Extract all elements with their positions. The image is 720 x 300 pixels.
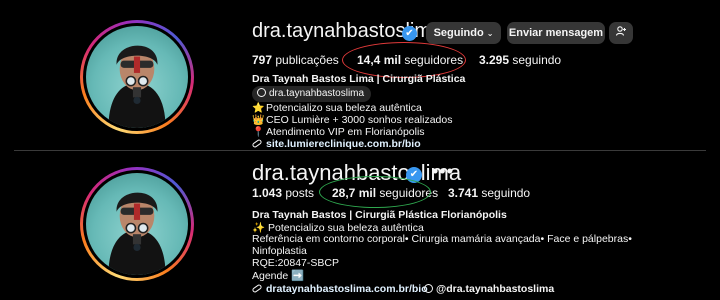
bio-line: RQE:20847-SBCP xyxy=(252,257,339,269)
display-name: Dra Taynah Bastos | Cirurgiã Plástica Fl… xyxy=(252,209,507,221)
verified-badge-icon: ✔ xyxy=(402,26,417,41)
bio-line: Referência em contorno corporal• Cirurgi… xyxy=(252,233,632,245)
link-icon xyxy=(251,283,263,294)
pin-icon: 📍 xyxy=(252,127,265,138)
threads-icon xyxy=(257,88,266,97)
bio-line: Ninfoplastia xyxy=(252,245,307,257)
display-name: Dra Taynah Bastos Lima | Cirurgiã Plásti… xyxy=(252,73,466,85)
bio-line: Agende ➡️ xyxy=(252,270,305,282)
following-button-label: Seguindo xyxy=(433,27,484,39)
bio-line: ⭐ Potencializo sua beleza autêntica xyxy=(252,102,422,114)
profile-card-old: dra.taynahbastoslima ✔ Seguindo ⌄ Enviar … xyxy=(0,0,720,150)
posts-count: 1.043 posts xyxy=(252,186,315,200)
profile-avatar[interactable] xyxy=(80,20,194,134)
star-icon: ⭐ xyxy=(252,103,265,114)
threads-icon xyxy=(424,284,433,293)
crown-icon: 👑 xyxy=(252,115,265,126)
profile-card-new: dra.taynahbastoslima ✔ ••• 1.043 posts 2… xyxy=(0,150,720,300)
following-count[interactable]: 3.295 seguindo xyxy=(479,53,561,67)
send-message-button[interactable]: Enviar mensagem xyxy=(507,22,605,44)
threads-handle-link[interactable]: @dra.taynahbastoslima xyxy=(424,283,554,295)
posts-count: 797 publicações xyxy=(252,53,339,67)
threads-link-pill[interactable]: dra.taynahbastoslima xyxy=(252,86,372,102)
link-icon xyxy=(251,138,263,149)
chevron-down-icon: ⌄ xyxy=(486,29,494,38)
avatar-photo xyxy=(86,26,188,128)
website-link[interactable]: site.lumiereclinique.com.br/bio xyxy=(251,138,421,150)
more-options-icon[interactable]: ••• xyxy=(432,162,454,180)
following-button[interactable]: Seguindo ⌄ xyxy=(426,22,501,44)
website-link[interactable]: drataynahbastoslima.com.br/bio xyxy=(251,283,428,295)
profile-avatar[interactable] xyxy=(80,167,194,281)
avatar-photo xyxy=(86,173,188,275)
following-count[interactable]: 3.741 seguindo xyxy=(448,186,530,200)
followers-highlight-circle xyxy=(319,176,431,208)
bio-line: 👑 CEO Lumière + 3000 sonhos realizados xyxy=(252,114,453,126)
bio-line: 📍 Atendimento VIP em Florianópolis xyxy=(252,126,425,138)
add-user-icon xyxy=(615,26,626,36)
add-user-button[interactable] xyxy=(609,22,633,44)
